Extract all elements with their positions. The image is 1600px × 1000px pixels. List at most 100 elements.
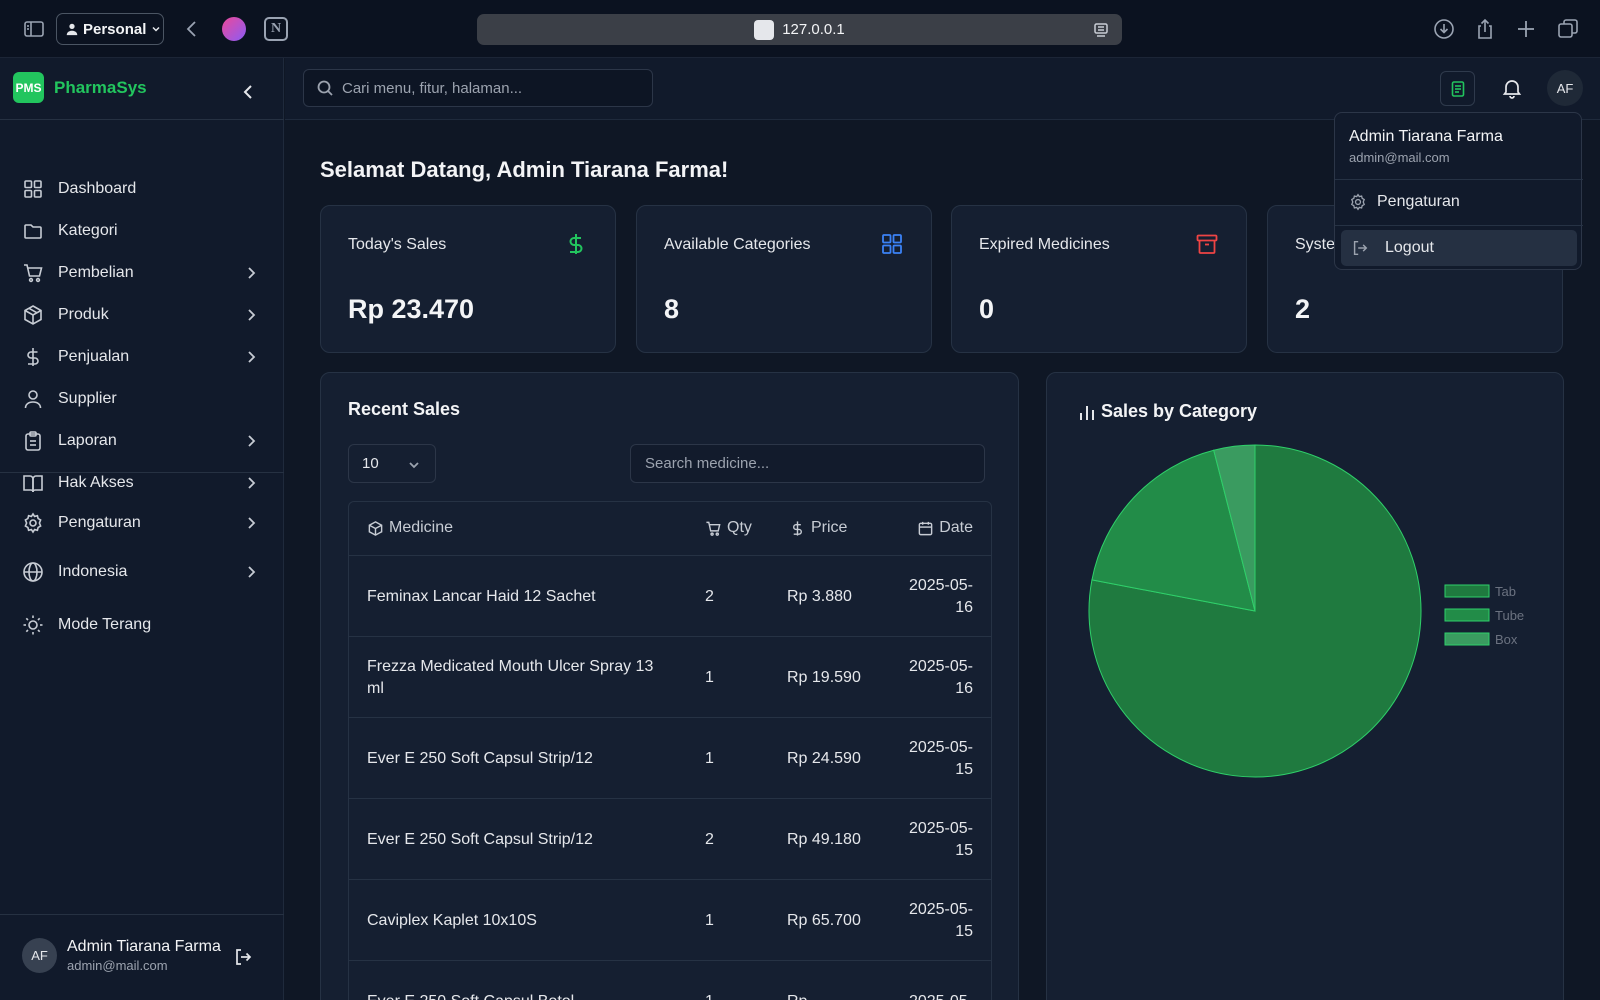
sidebar-item-penjualan[interactable]: Penjualan (0, 337, 284, 377)
panel-title: Sales by Category (1101, 401, 1258, 421)
cell-price: Rp 24.590 (787, 749, 861, 767)
page-size-select[interactable]: 10 (348, 444, 436, 483)
legend-label: Tube (1495, 608, 1524, 623)
sidebar-item-hak-akses[interactable]: Hak Akses (0, 463, 284, 503)
cell-date: 2025-05-15 (908, 819, 973, 859)
cell-qty: 1 (705, 911, 714, 929)
sidebar-item-label: Pembelian (58, 264, 134, 281)
column-label: Price (811, 519, 848, 536)
gear-icon (1350, 193, 1366, 211)
cell-medicine: Ever E 250 Soft Capsul Strip/12 (367, 749, 593, 767)
calendar-icon (918, 521, 933, 535)
sidebar-item-dashboard[interactable]: Dashboard (0, 169, 284, 209)
user-avatar-button[interactable]: AF (1547, 70, 1583, 106)
divider (0, 472, 284, 473)
sidebar-item-label: Dashboard (58, 180, 137, 197)
back-icon[interactable] (180, 17, 204, 41)
sidebar-item-label: Indonesia (58, 563, 128, 580)
notion-extension-icon[interactable]: N (264, 17, 288, 41)
recent-sales-panel: Recent Sales 10 Medicine Qty Price Date (320, 372, 1019, 1000)
new-tab-icon[interactable] (1514, 17, 1538, 41)
brand-name: PharmaSys (54, 77, 147, 97)
dollar-icon (793, 520, 802, 536)
pie-chart: Tab Tube Box (1088, 444, 1524, 778)
chevron-right-icon (242, 563, 260, 581)
medicine-search[interactable] (630, 444, 985, 483)
cell-date: 2025-05-15 (908, 900, 973, 940)
cell-qty: 1 (705, 961, 714, 1000)
share-icon[interactable] (1473, 17, 1497, 41)
document-button[interactable] (1440, 71, 1475, 106)
search-input[interactable] (342, 79, 632, 97)
table-row[interactable]: Ever E 250 Soft Capsul Botol 1 Rp 2025-0… (349, 961, 991, 1000)
table-row[interactable]: Ever E 250 Soft Capsul Strip/12 2 Rp 49.… (349, 799, 991, 880)
dollar-icon (22, 346, 44, 368)
user-dropdown-menu: Admin Tiarana Farma admin@mail.com Penga… (1334, 112, 1583, 270)
column-medicine[interactable]: Medicine (367, 519, 453, 537)
recent-sales-table: Medicine Qty Price Date Feminax Lancar H… (348, 501, 992, 1000)
sidebar-item-kategori[interactable]: Kategori (0, 211, 284, 251)
address-bar[interactable]: 127.0.0.1 (477, 14, 1122, 45)
column-label: Date (939, 519, 973, 536)
column-price[interactable]: Price (789, 519, 847, 537)
sun-icon (22, 614, 44, 636)
cell-qty: 2 (705, 830, 714, 848)
browser-toolbar: Personal N 127.0.0.1 (0, 0, 1600, 58)
reader-mode-icon[interactable] (1092, 21, 1110, 39)
collapse-sidebar-icon[interactable] (238, 82, 258, 102)
dropdown-logout[interactable]: Logout (1341, 230, 1577, 266)
bell-icon[interactable] (1500, 76, 1524, 100)
legend-swatch (1444, 608, 1490, 622)
sidebar-item-produk[interactable]: Produk (0, 295, 284, 335)
sidebar-item-label: Laporan (58, 432, 117, 449)
stat-value: 0 (979, 294, 995, 324)
column-date[interactable]: Date (917, 519, 973, 537)
user-email: admin@mail.com (67, 958, 168, 973)
cart-icon (22, 262, 44, 284)
sidebar-item-supplier[interactable]: Supplier (0, 379, 284, 419)
avatar: AF (22, 938, 57, 973)
archive-icon (1195, 232, 1219, 256)
divider (1335, 179, 1583, 180)
package-icon (368, 520, 383, 536)
cell-qty: 1 (705, 749, 714, 767)
table-row[interactable]: Ever E 250 Soft Capsul Strip/12 1 Rp 24.… (349, 718, 991, 799)
table-row[interactable]: Frezza Medicated Mouth Ulcer Spray 13 ml… (349, 637, 991, 718)
sidebar-item-laporan[interactable]: Laporan (0, 421, 284, 461)
cell-medicine: Caviplex Kaplet 10x10S (367, 911, 537, 929)
sidebar-item-language[interactable]: Indonesia (0, 552, 284, 592)
table-row[interactable]: Caviplex Kaplet 10x10S 1 Rp 65.700 2025-… (349, 880, 991, 961)
sidebar-item-label: Mode Terang (58, 616, 152, 633)
brain-extension-icon[interactable] (222, 17, 246, 41)
tab-overview-icon[interactable] (1556, 17, 1580, 41)
panel-title: Recent Sales (348, 399, 461, 419)
stat-title: Available Categories (664, 236, 811, 253)
logout-icon[interactable] (233, 947, 253, 967)
sidebar-item-pengaturan[interactable]: Pengaturan (0, 503, 284, 543)
chevron-down-icon (407, 458, 421, 472)
person-icon (66, 23, 78, 36)
download-icon[interactable] (1432, 17, 1456, 41)
medicine-search-input[interactable] (645, 455, 965, 472)
dropdown-settings[interactable]: Pengaturan (1341, 184, 1577, 220)
sidebar-toggle-icon[interactable] (22, 17, 46, 41)
sidebar-item-pembelian[interactable]: Pembelian (0, 253, 284, 293)
sales-by-category-panel: Sales by Category Tab Tube Box (1046, 372, 1564, 1000)
global-search[interactable] (303, 69, 653, 107)
brand[interactable]: PMS PharmaSys (13, 72, 147, 103)
clipboard-icon (22, 430, 44, 452)
profile-label: Personal (83, 20, 147, 38)
table-row[interactable]: Feminax Lancar Haid 12 Sachet 2 Rp 3.880… (349, 556, 991, 637)
chevron-down-icon (152, 26, 160, 32)
brand-logo: PMS (13, 72, 44, 103)
cell-date: 2025-05-16 (908, 657, 973, 697)
sidebar-item-theme-toggle[interactable]: Mode Terang (0, 605, 284, 645)
divider (1335, 225, 1583, 226)
chevron-right-icon (242, 432, 260, 450)
column-qty[interactable]: Qty (705, 519, 752, 537)
legend-label: Tab (1495, 584, 1516, 599)
stat-card-todays-sales: Today's Sales Rp 23.470 (320, 205, 616, 353)
sidebar-item-label: Hak Akses (58, 474, 134, 491)
dropdown-user-name: Admin Tiarana Farma (1349, 128, 1503, 145)
profile-switcher[interactable]: Personal (56, 13, 164, 45)
